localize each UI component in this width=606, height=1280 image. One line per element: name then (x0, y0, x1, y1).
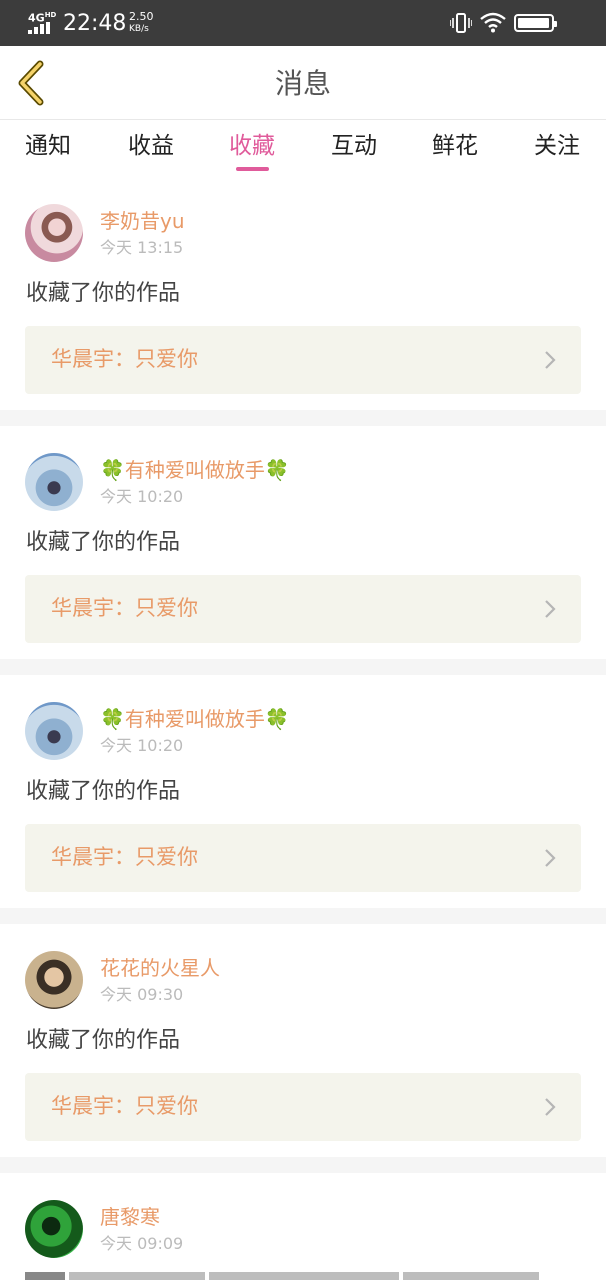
tab-notifications[interactable]: 通知 (3, 129, 93, 163)
work-title: 华晨宇：只爱你 (51, 845, 198, 869)
divider (0, 659, 606, 675)
chevron-right-icon (545, 1098, 556, 1116)
nav-header: 消息 (0, 46, 606, 120)
tab-interactions[interactable]: 互动 (309, 129, 399, 163)
username[interactable]: 李奶昔yu (100, 208, 185, 234)
tab-favorites[interactable]: 收藏 (207, 129, 297, 163)
avatar[interactable] (25, 1200, 83, 1258)
vibrate-icon (450, 13, 472, 33)
active-tab-indicator (236, 167, 269, 171)
signal-icon (28, 22, 54, 34)
timestamp: 今天 10:20 (100, 487, 184, 506)
status-icons (450, 11, 580, 35)
list-item: 🍀有种爱叫做放手🍀 今天 10:20 收藏了你的作品 华晨宇：只爱你 (0, 426, 606, 659)
timestamp: 今天 09:09 (100, 1234, 184, 1253)
status-bar: 4GHD 22:48 2.50 KB/s (0, 0, 606, 46)
divider (0, 908, 606, 924)
page-title: 消息 (274, 67, 331, 100)
action-text: 收藏了你的作品 (26, 281, 181, 306)
list-item: 唐黎寒 今天 09:09 (0, 1173, 606, 1280)
divider (0, 410, 606, 426)
tab-earnings[interactable]: 收益 (106, 129, 196, 163)
favorites-list: 李奶昔yu 今天 13:15 收藏了你的作品 华晨宇：只爱你 🍀有种爱叫做放手🍀… (0, 177, 606, 1280)
username[interactable]: 花花的火星人 (100, 955, 220, 981)
clock: 22:48 (63, 11, 127, 36)
work-link[interactable]: 华晨宇：只爱你 (25, 575, 581, 643)
work-title: 华晨宇：只爱你 (51, 1094, 198, 1118)
tab-following[interactable]: 关注 (512, 129, 602, 163)
wifi-icon (480, 12, 506, 33)
work-title: 华晨宇：只爱你 (51, 347, 198, 371)
timestamp: 今天 09:30 (100, 985, 184, 1004)
cut-off-content (25, 1268, 581, 1280)
tab-bar: 通知 收益 收藏 互动 鲜花 关注 (0, 121, 606, 177)
avatar[interactable] (25, 951, 83, 1009)
work-title: 华晨宇：只爱你 (51, 596, 198, 620)
action-text: 收藏了你的作品 (26, 1028, 181, 1053)
avatar[interactable] (25, 702, 83, 760)
battery-icon (514, 14, 557, 32)
action-text: 收藏了你的作品 (26, 779, 181, 804)
list-item: 🍀有种爱叫做放手🍀 今天 10:20 收藏了你的作品 华晨宇：只爱你 (0, 675, 606, 908)
avatar[interactable] (25, 204, 83, 262)
username[interactable]: 🍀有种爱叫做放手🍀 (100, 457, 290, 483)
list-item: 花花的火星人 今天 09:30 收藏了你的作品 华晨宇：只爱你 (0, 924, 606, 1157)
avatar[interactable] (25, 453, 83, 511)
work-link[interactable]: 华晨宇：只爱你 (25, 326, 581, 394)
timestamp: 今天 10:20 (100, 736, 184, 755)
chevron-right-icon (545, 600, 556, 618)
divider (0, 1157, 606, 1173)
chevron-right-icon (545, 351, 556, 369)
work-link[interactable]: 华晨宇：只爱你 (25, 824, 581, 892)
tab-flowers[interactable]: 鲜花 (410, 129, 500, 163)
username[interactable]: 唐黎寒 (100, 1204, 160, 1230)
list-item: 李奶昔yu 今天 13:15 收藏了你的作品 华晨宇：只爱你 (0, 177, 606, 410)
work-link[interactable]: 华晨宇：只爱你 (25, 1073, 581, 1141)
network-speed: 2.50 KB/s (129, 10, 154, 35)
action-text: 收藏了你的作品 (26, 530, 181, 555)
timestamp: 今天 13:15 (100, 238, 184, 257)
username[interactable]: 🍀有种爱叫做放手🍀 (100, 706, 290, 732)
chevron-right-icon (545, 849, 556, 867)
